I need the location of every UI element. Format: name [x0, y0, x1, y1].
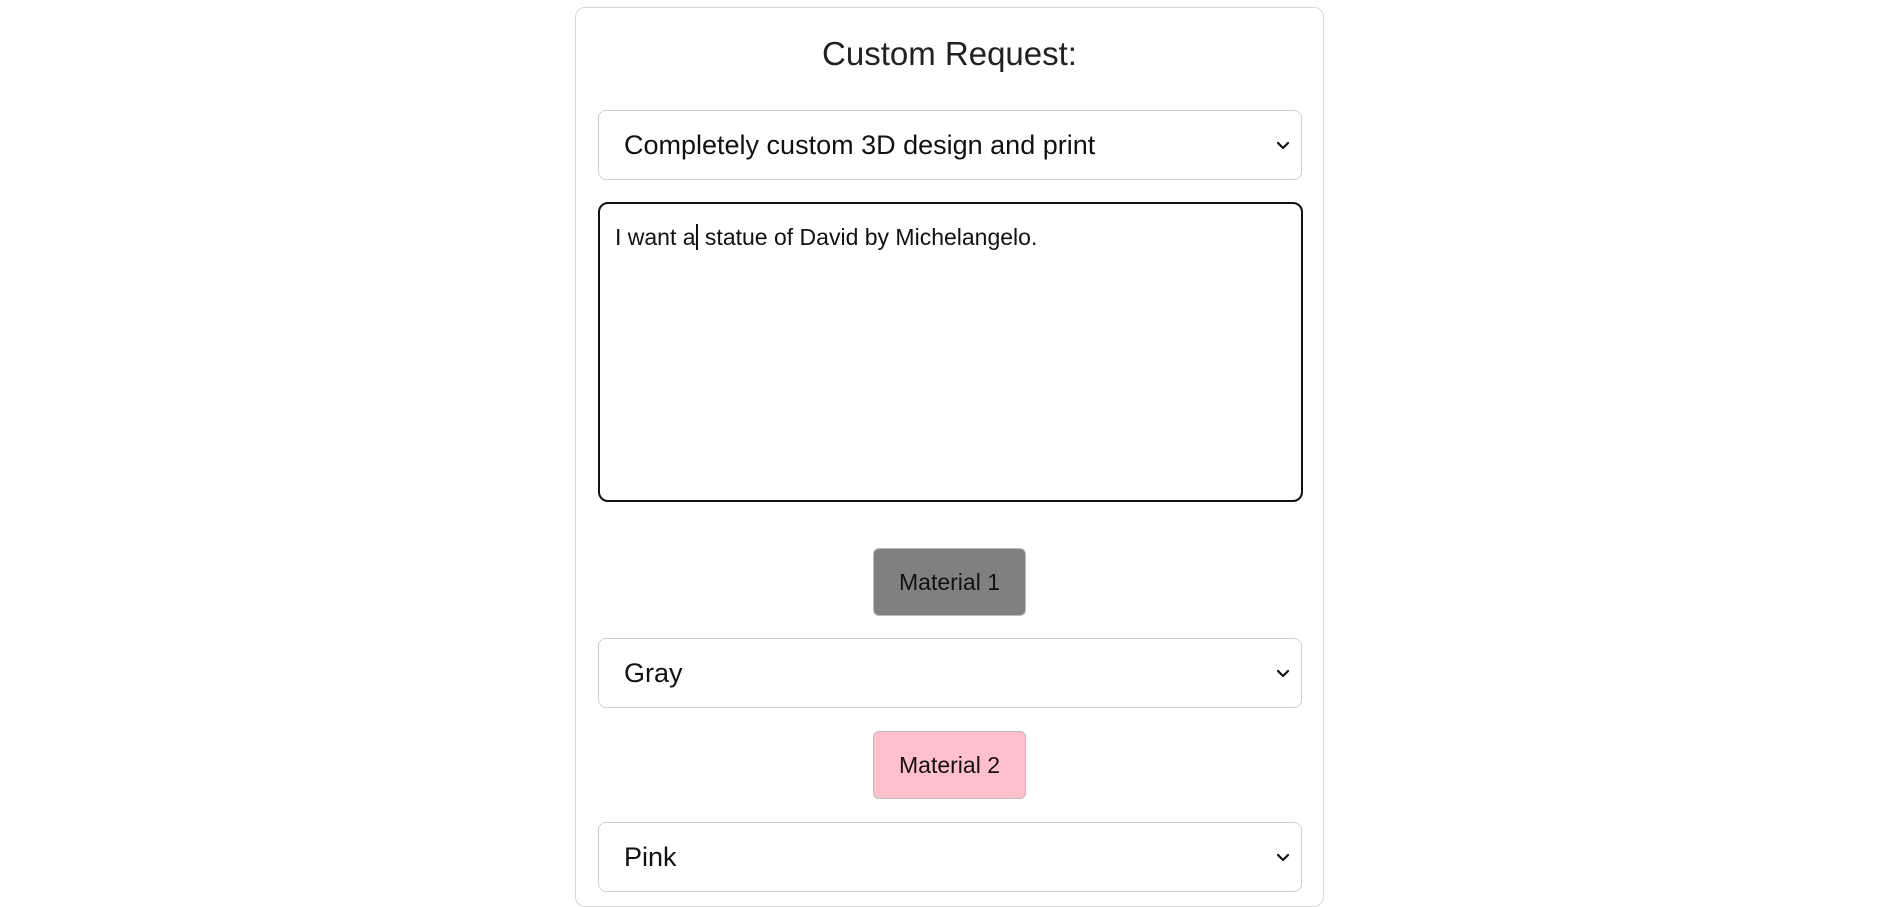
text-caret [695, 224, 698, 250]
material-2-color-select[interactable]: Pink [598, 822, 1302, 892]
page-title: Custom Request: [822, 35, 1077, 72]
material-2-label: Material 2 [899, 751, 1000, 778]
material-2-color-value: Pink [624, 841, 677, 872]
description-textarea[interactable]: I want a statue of David by Michelangelo… [598, 202, 1303, 502]
description-text-after-caret: statue of David by Michelangelo. [698, 224, 1038, 250]
material-1-label: Material 1 [899, 568, 1000, 595]
material-1-button[interactable]: Material 1 [873, 548, 1026, 616]
chevron-down-icon [1276, 853, 1290, 862]
material-2-button[interactable]: Material 2 [873, 731, 1026, 799]
request-type-select[interactable]: Completely custom 3D design and print [598, 110, 1302, 180]
description-text-before-caret: I want a [615, 224, 696, 250]
material-1-color-value: Gray [624, 657, 683, 688]
material-1-color-select[interactable]: Gray [598, 638, 1302, 708]
chevron-down-icon [1276, 141, 1290, 150]
chevron-down-icon [1276, 669, 1290, 678]
request-type-value: Completely custom 3D design and print [624, 129, 1096, 160]
custom-request-card: Custom Request: Completely custom 3D des… [575, 7, 1324, 907]
